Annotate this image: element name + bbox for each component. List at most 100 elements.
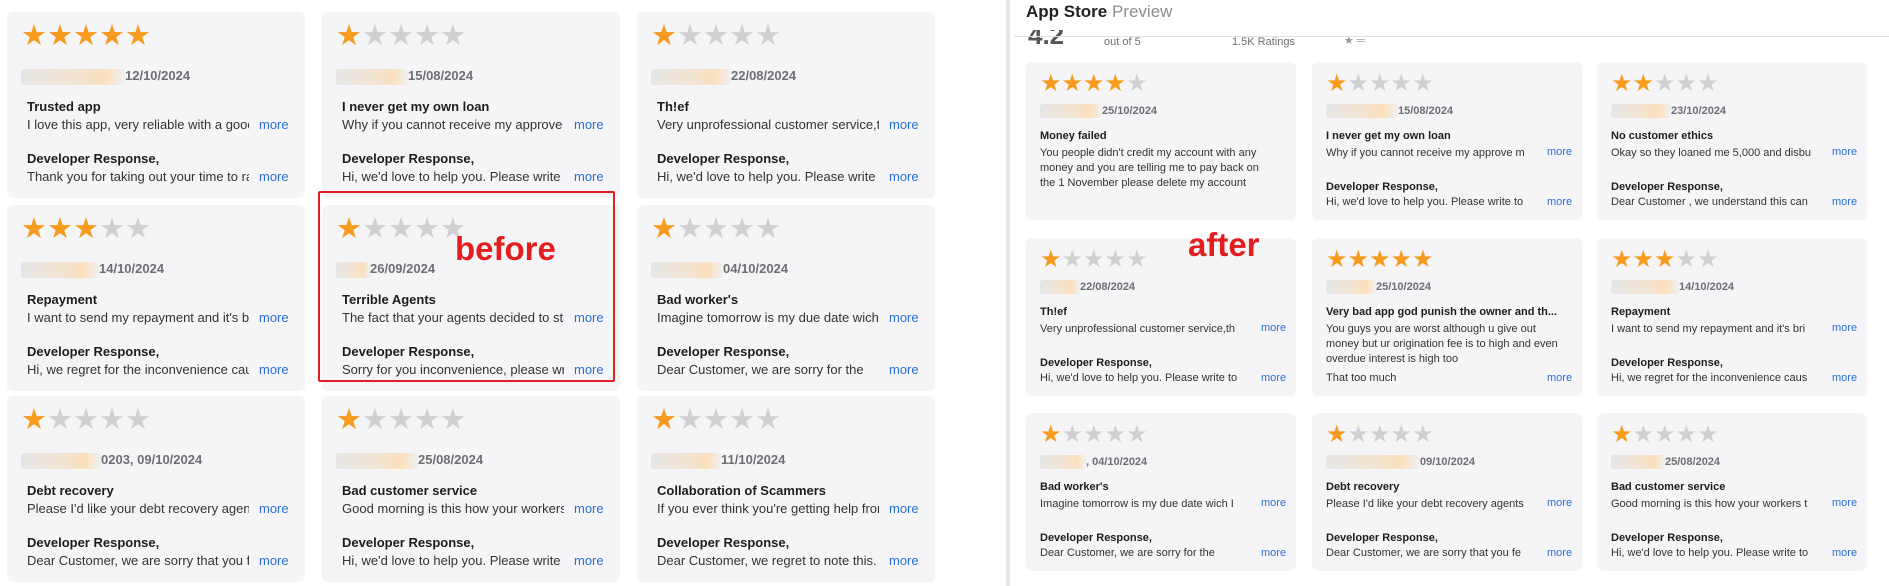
star-filled-icon: ★ bbox=[1611, 70, 1633, 97]
star-empty-icon: ★ bbox=[1104, 246, 1127, 273]
more-link[interactable]: more bbox=[1832, 547, 1857, 559]
star-empty-icon: ★ bbox=[440, 20, 466, 52]
review-body: If you ever think you're getting help fr… bbox=[657, 501, 879, 516]
star-empty-icon: ★ bbox=[1697, 421, 1719, 448]
review-meta: 25/10/2024 bbox=[1326, 280, 1431, 294]
review-title: Th!ef bbox=[657, 99, 689, 114]
more-link[interactable]: more bbox=[259, 169, 289, 184]
more-link[interactable]: more bbox=[1261, 497, 1286, 509]
more-link[interactable]: more bbox=[574, 169, 604, 184]
review-body: I want to send my repayment and it's bri bbox=[1611, 323, 1806, 335]
review-card: ★★★★★ 25/10/2024 Very bad app god punish t… bbox=[1312, 238, 1582, 396]
review-meta: 15/08/2024 bbox=[1326, 104, 1453, 118]
review-card: ★★★★★ 25/08/2024 Bad customer service Good … bbox=[322, 396, 620, 582]
more-link[interactable]: more bbox=[1261, 547, 1286, 559]
review-body: Why if you cannot receive my approve m bbox=[342, 117, 564, 132]
review-date: 25/10/2024 bbox=[1376, 280, 1432, 293]
star-empty-icon: ★ bbox=[755, 20, 781, 52]
redacted-username bbox=[1611, 104, 1671, 118]
more-link[interactable]: more bbox=[1547, 196, 1572, 208]
more-link[interactable]: more bbox=[889, 310, 919, 325]
redacted-username bbox=[1326, 280, 1376, 294]
star-rating: ★★★★★ bbox=[1326, 248, 1434, 272]
before-annotation: before bbox=[455, 230, 556, 267]
more-link[interactable]: more bbox=[574, 553, 604, 568]
star-empty-icon: ★ bbox=[1390, 421, 1413, 448]
star-rating: ★★★★★ bbox=[1040, 423, 1148, 447]
review-card: ★★★★★ 11/10/2024 Collaboration of Scammers… bbox=[637, 396, 935, 582]
developer-response-text: Dear Customer, we are sorry for the bbox=[1040, 547, 1215, 559]
more-link[interactable]: more bbox=[889, 501, 919, 516]
star-empty-icon: ★ bbox=[729, 213, 755, 245]
more-link[interactable]: more bbox=[574, 117, 604, 132]
redacted-username bbox=[21, 452, 101, 469]
redacted-username bbox=[1040, 280, 1080, 294]
developer-response-text: Hi, we'd love to help you. Please write … bbox=[1040, 372, 1238, 384]
star-empty-icon: ★ bbox=[388, 20, 414, 52]
review-date: 25/08/2024 bbox=[1665, 455, 1721, 468]
more-link[interactable]: more bbox=[1261, 322, 1286, 334]
review-date: 15/08/2024 bbox=[408, 68, 474, 83]
more-link[interactable]: more bbox=[1832, 146, 1857, 158]
more-link[interactable]: more bbox=[1832, 497, 1857, 509]
more-link[interactable]: more bbox=[259, 117, 289, 132]
review-card: ★★★★★ 25/08/2024 Bad customer service Good … bbox=[1597, 413, 1867, 571]
review-body-extra: That too much bbox=[1326, 372, 1397, 384]
more-link[interactable]: more bbox=[1832, 372, 1857, 384]
developer-response-label: Developer Response, bbox=[657, 151, 790, 166]
more-link[interactable]: more bbox=[889, 169, 919, 184]
after-panel: App Store Preview 4.2 out of 5 1.5K Rati… bbox=[1014, 0, 1889, 586]
more-link[interactable]: more bbox=[259, 310, 289, 325]
review-meta: 14/10/2024 bbox=[21, 261, 164, 278]
more-link[interactable]: more bbox=[259, 362, 289, 377]
developer-response-text: Hi, we'd love to help you. Please write … bbox=[657, 169, 879, 184]
review-date: 0203, 09/10/2024 bbox=[101, 452, 203, 467]
more-link[interactable]: more bbox=[259, 553, 289, 568]
redacted-username bbox=[1040, 104, 1102, 118]
star-empty-icon: ★ bbox=[73, 404, 99, 436]
review-title: Trusted app bbox=[27, 99, 101, 114]
redacted-username bbox=[1326, 455, 1420, 469]
more-link[interactable]: more bbox=[259, 501, 289, 516]
more-link[interactable]: more bbox=[1832, 196, 1857, 208]
more-link[interactable]: more bbox=[889, 553, 919, 568]
developer-response-label: Developer Response, bbox=[1326, 181, 1438, 193]
more-link[interactable]: more bbox=[889, 362, 919, 377]
review-body: Why if you cannot receive my approve m bbox=[1326, 147, 1525, 159]
header-divider bbox=[1014, 36, 1889, 37]
star-filled-icon: ★ bbox=[47, 20, 73, 52]
star-rating: ★★★★★ bbox=[1040, 72, 1148, 96]
review-body: Please I'd like your debt recovery agent… bbox=[1326, 498, 1524, 510]
review-title: Bad worker's bbox=[657, 292, 739, 307]
star-empty-icon: ★ bbox=[1697, 70, 1719, 97]
developer-response-label: Developer Response, bbox=[1611, 532, 1723, 544]
more-link[interactable]: more bbox=[1832, 322, 1857, 334]
star-filled-icon: ★ bbox=[336, 404, 362, 436]
review-meta: 12/10/2024 bbox=[21, 68, 190, 85]
redacted-username bbox=[1611, 455, 1665, 469]
review-card: ★★★★★ 15/08/2024 I never get my own loan Wh… bbox=[322, 12, 620, 198]
review-meta: 14/10/2024 bbox=[1611, 280, 1734, 294]
more-link[interactable]: more bbox=[1547, 372, 1572, 384]
review-card: ★★★★★ 12/10/2024 Trusted app I love this ap… bbox=[7, 12, 305, 198]
star-filled-icon: ★ bbox=[21, 213, 47, 245]
review-date: 15/08/2024 bbox=[1398, 104, 1454, 117]
more-link[interactable]: more bbox=[1547, 146, 1572, 158]
star-empty-icon: ★ bbox=[729, 404, 755, 436]
review-title: Bad worker's bbox=[1040, 481, 1109, 493]
review-body: Imagine tomorrow is my due date wich I bbox=[657, 310, 879, 325]
star-empty-icon: ★ bbox=[1347, 421, 1370, 448]
review-title: I never get my own loan bbox=[1326, 130, 1451, 142]
star-empty-icon: ★ bbox=[1675, 246, 1698, 273]
star-empty-icon: ★ bbox=[125, 404, 151, 436]
star-filled-icon: ★ bbox=[1040, 246, 1062, 273]
review-date: 22/08/2024 bbox=[1080, 280, 1136, 293]
more-link[interactable]: more bbox=[1547, 547, 1572, 559]
star-empty-icon: ★ bbox=[1412, 70, 1434, 97]
more-link[interactable]: more bbox=[574, 501, 604, 516]
star-filled-icon: ★ bbox=[1611, 246, 1633, 273]
more-link[interactable]: more bbox=[1261, 372, 1286, 384]
more-link[interactable]: more bbox=[1547, 497, 1572, 509]
more-link[interactable]: more bbox=[889, 117, 919, 132]
star-filled-icon: ★ bbox=[99, 20, 125, 52]
